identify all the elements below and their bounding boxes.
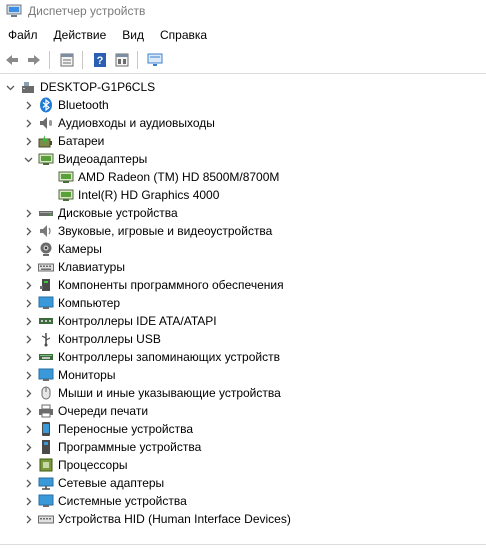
chevron-right-icon[interactable] (22, 96, 34, 114)
tree-item-network-adapters[interactable]: Сетевые адаптеры (22, 474, 164, 492)
help-icon[interactable]: ? (90, 50, 110, 70)
tree-item-mice[interactable]: Мыши и иные указывающие устройства (22, 384, 281, 402)
tree-item-software-components[interactable]: Компоненты программного обеспечения (22, 276, 284, 294)
tree-item-intel-hd[interactable]: Intel(R) HD Graphics 4000 (54, 186, 219, 204)
chevron-right-icon[interactable] (22, 402, 34, 420)
tree-item-bluetooth[interactable]: Bluetooth (22, 96, 109, 114)
tree-item-computer[interactable]: Компьютер (22, 294, 120, 312)
computer-icon (20, 79, 36, 95)
tree-item-amd-radeon[interactable]: AMD Radeon (TM) HD 8500M/8700M (54, 168, 279, 186)
toolbar-separator (49, 51, 50, 69)
chevron-right-icon[interactable] (22, 258, 34, 276)
forward-arrow-icon[interactable] (24, 50, 44, 70)
chevron-right-icon[interactable] (22, 312, 34, 330)
software-device-icon (38, 439, 54, 455)
tree-item-storage-controllers[interactable]: Контроллеры запоминающих устройств (22, 348, 280, 366)
printer-icon (38, 403, 54, 419)
chevron-right-icon[interactable] (22, 330, 34, 348)
chevron-right-icon[interactable] (22, 366, 34, 384)
chevron-right-icon[interactable] (22, 456, 34, 474)
tree-item-usb-controllers[interactable]: Контроллеры USB (22, 330, 161, 348)
system-device-icon (38, 493, 54, 509)
chevron-down-icon[interactable] (4, 78, 16, 96)
toolbar-separator (82, 51, 83, 69)
menu-bar: Файл Действие Вид Справка (0, 25, 486, 45)
chevron-right-icon[interactable] (22, 384, 34, 402)
chevron-right-icon[interactable] (22, 222, 34, 240)
chevron-right-icon[interactable] (22, 420, 34, 438)
chevron-right-icon[interactable] (22, 474, 34, 492)
speaker-mic-icon (38, 115, 54, 131)
ide-controller-icon (38, 313, 54, 329)
chevron-right-icon[interactable] (22, 294, 34, 312)
tree-item-print-queues[interactable]: Очереди печати (22, 402, 148, 420)
display-adapter-icon (58, 187, 74, 203)
tree-item-batteries[interactable]: Батареи (22, 132, 104, 150)
device-manager-icon (6, 3, 22, 19)
tree-item-audio-io[interactable]: Аудиовходы и аудиовыходы (22, 114, 215, 132)
tree-item-sound-video-game[interactable]: Звуковые, игровые и видеоустройства (22, 222, 272, 240)
chevron-right-icon[interactable] (22, 492, 34, 510)
battery-icon (38, 133, 54, 149)
chevron-right-icon[interactable] (22, 114, 34, 132)
chevron-right-icon[interactable] (22, 204, 34, 222)
processor-icon (38, 457, 54, 473)
hid-icon (38, 511, 54, 527)
chevron-right-icon[interactable] (22, 510, 34, 528)
software-component-icon (38, 277, 54, 293)
monitor-icon (38, 367, 54, 383)
tree-item-system-devices[interactable]: Системные устройства (22, 492, 187, 510)
menu-view[interactable]: Вид (114, 28, 152, 42)
monitor-scan-icon[interactable] (145, 50, 165, 70)
tree-item-display-adapters[interactable]: Видеоадаптеры (22, 150, 147, 168)
network-adapter-icon (38, 475, 54, 491)
portable-device-icon (38, 421, 54, 437)
storage-controller-icon (38, 349, 54, 365)
tree-item-cameras[interactable]: Камеры (22, 240, 102, 258)
tree-item-portable-devices[interactable]: Переносные устройства (22, 420, 193, 438)
window-title: Диспетчер устройств (28, 4, 146, 18)
tree-item-ide-controllers[interactable]: Контроллеры IDE ATA/ATAPI (22, 312, 217, 330)
menu-file[interactable]: Файл (0, 28, 46, 42)
disk-drive-icon (38, 205, 54, 221)
display-adapter-icon (58, 169, 74, 185)
chevron-down-icon[interactable] (22, 150, 34, 168)
sound-icon (38, 223, 54, 239)
tree-item-software-devices[interactable]: Программные устройства (22, 438, 201, 456)
chevron-right-icon[interactable] (22, 348, 34, 366)
chevron-right-icon[interactable] (22, 276, 34, 294)
tree-item-processors[interactable]: Процессоры (22, 456, 128, 474)
tree-item-disk-drives[interactable]: Дисковые устройства (22, 204, 178, 222)
menu-help[interactable]: Справка (152, 28, 215, 42)
bottom-divider (0, 544, 486, 545)
menu-action[interactable]: Действие (46, 28, 115, 42)
title-bar: Диспетчер устройств (0, 0, 486, 22)
back-arrow-icon[interactable] (2, 50, 22, 70)
tree-item-hid-devices[interactable]: Устройства HID (Human Interface Devices) (22, 510, 291, 528)
tree-item-monitors[interactable]: Мониторы (22, 366, 115, 384)
view-icon[interactable] (112, 50, 132, 70)
tree-item-keyboards[interactable]: Клавиатуры (22, 258, 125, 276)
chevron-right-icon[interactable] (22, 438, 34, 456)
toolbar-separator (137, 51, 138, 69)
computer-name: DESKTOP-G1P6CLS (40, 80, 156, 94)
chevron-right-icon[interactable] (22, 132, 34, 150)
tree-root[interactable]: DESKTOP-G1P6CLS (4, 78, 155, 96)
svg-text:?: ? (97, 55, 104, 67)
camera-icon (38, 241, 54, 257)
toolbar: ? (0, 47, 486, 74)
chevron-right-icon[interactable] (22, 240, 34, 258)
bluetooth-icon (38, 97, 54, 113)
display-adapter-icon (38, 151, 54, 167)
usb-icon (38, 331, 54, 347)
properties-icon[interactable] (57, 50, 77, 70)
device-tree: DESKTOP-G1P6CLS Bluetooth Аудиовходы и а… (0, 78, 486, 544)
computer-icon (38, 295, 54, 311)
mouse-icon (38, 385, 54, 401)
keyboard-icon (38, 259, 54, 275)
